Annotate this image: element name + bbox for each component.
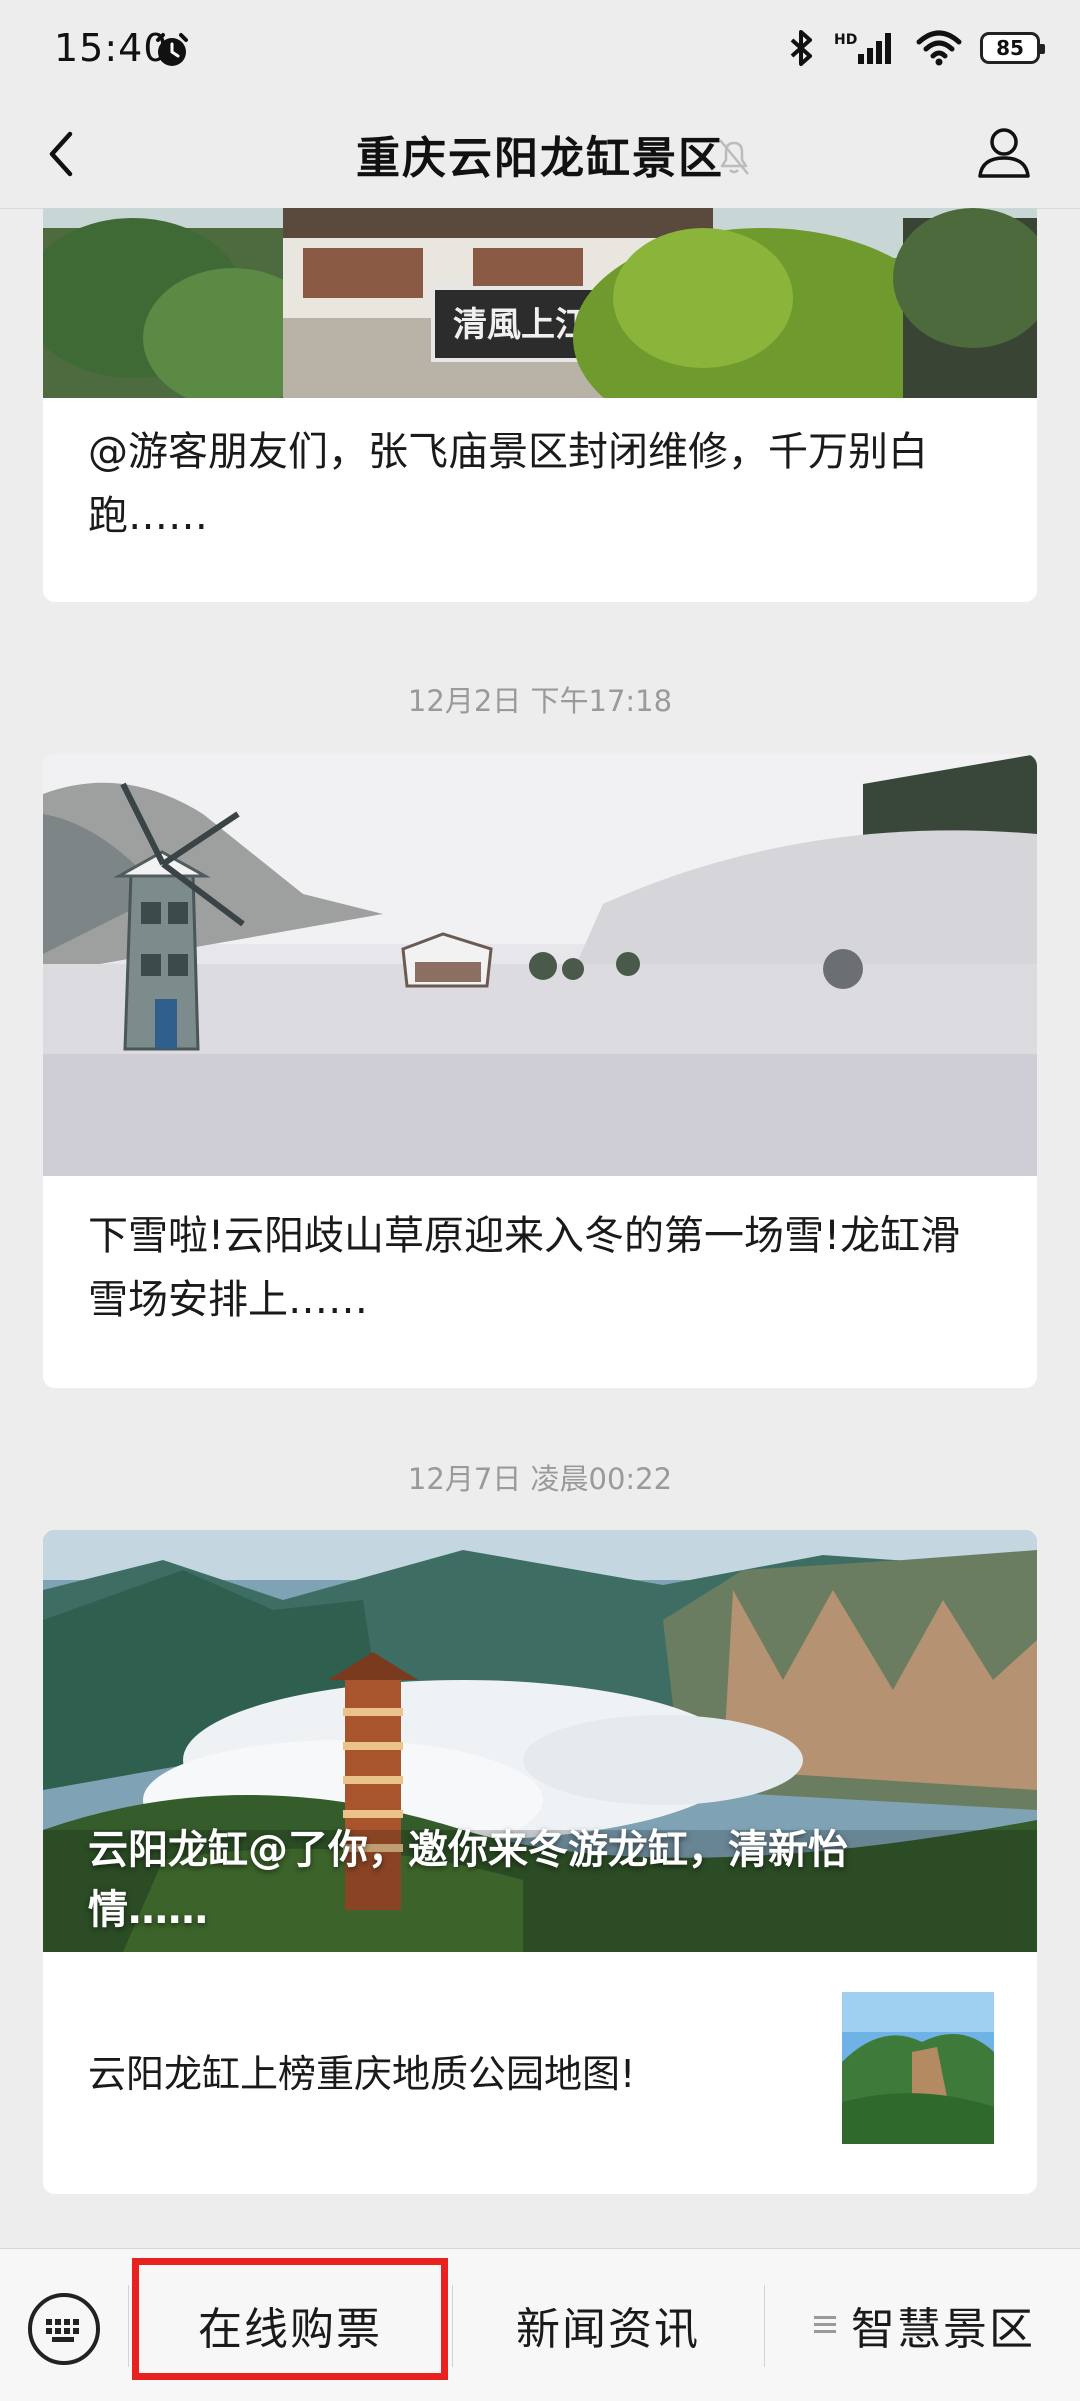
article-cover-image: 清風上江 [43, 208, 1037, 398]
article-cover-image [43, 754, 1037, 1176]
sub-article-title: 云阳龙缸上榜重庆地质公园地图! [88, 2052, 636, 2096]
menu-item-label: 新闻资讯 [516, 2304, 700, 2355]
plaque-text: 清風上江 [453, 305, 589, 345]
nav-bar: 重庆云阳龙缸景区 [0, 100, 1080, 209]
profile-icon[interactable] [972, 120, 1036, 184]
sub-article[interactable]: 云阳龙缸上榜重庆地质公园地图! [43, 1952, 1037, 2194]
status-icons: HD 85 [786, 26, 1045, 70]
message-timestamp: 12月2日 下午17:18 [407, 684, 673, 718]
submenu-icon [814, 2316, 836, 2333]
article-card[interactable]: 下雪啦!云阳歧山草原迎来入冬的第一场雪!龙缸滑雪场安排上…… [43, 754, 1037, 1388]
message-feed: 清風上江 @游客朋友们，张飞庙景区封闭维修，千万别白跑…… 12月2日 下午17… [0, 208, 1080, 2248]
article-card[interactable]: 清風上江 @游客朋友们，张飞庙景区封闭维修，千万别白跑…… [43, 208, 1037, 602]
signal-icon: HD [834, 32, 891, 64]
article-title: @游客朋友们，张飞庙景区封闭维修，千万别白跑…… [88, 429, 928, 539]
status-bar: 15:40 HD 85 [0, 0, 1080, 100]
article-title: 下雪啦!云阳歧山草原迎来入冬的第一场雪!龙缸滑雪场安排上…… [88, 1213, 961, 1323]
article-title: 云阳龙缸@了你，邀你来冬游龙缸，清新怡情…… [88, 1827, 848, 1933]
highlight-annotation [132, 2258, 448, 2380]
alarm-clock-icon [156, 33, 188, 66]
battery-level: 85 [996, 36, 1024, 60]
menu-divider [452, 2285, 453, 2367]
article-card-group: 云阳龙缸@了你，邀你来冬游龙缸，清新怡情…… 云阳龙缸上榜重庆地质公园地图! [43, 1530, 1037, 2194]
menu-divider [128, 2285, 129, 2367]
menu-item-smart-scenic[interactable]: 智慧景区 [766, 2249, 1080, 2401]
muted-bell-icon [719, 139, 749, 175]
wifi-icon [916, 30, 962, 66]
menu-item-label: 智慧景区 [851, 2304, 1035, 2355]
sub-article-thumbnail [842, 1992, 994, 2144]
battery-icon: 85 [980, 32, 1045, 64]
menu-item-news[interactable]: 新闻资讯 [454, 2249, 762, 2401]
bluetooth-icon [790, 30, 812, 66]
page-title: 重庆云阳龙缸景区 [356, 133, 724, 184]
network-label: HD [834, 32, 857, 48]
keyboard-toggle-button[interactable] [28, 2293, 100, 2365]
main-article[interactable]: 云阳龙缸@了你，邀你来冬游龙缸，清新怡情…… [43, 1530, 1037, 1952]
menu-divider [764, 2285, 765, 2367]
keyboard-icon [46, 2319, 79, 2342]
message-timestamp: 12月7日 凌晨00:22 [407, 1462, 673, 1496]
